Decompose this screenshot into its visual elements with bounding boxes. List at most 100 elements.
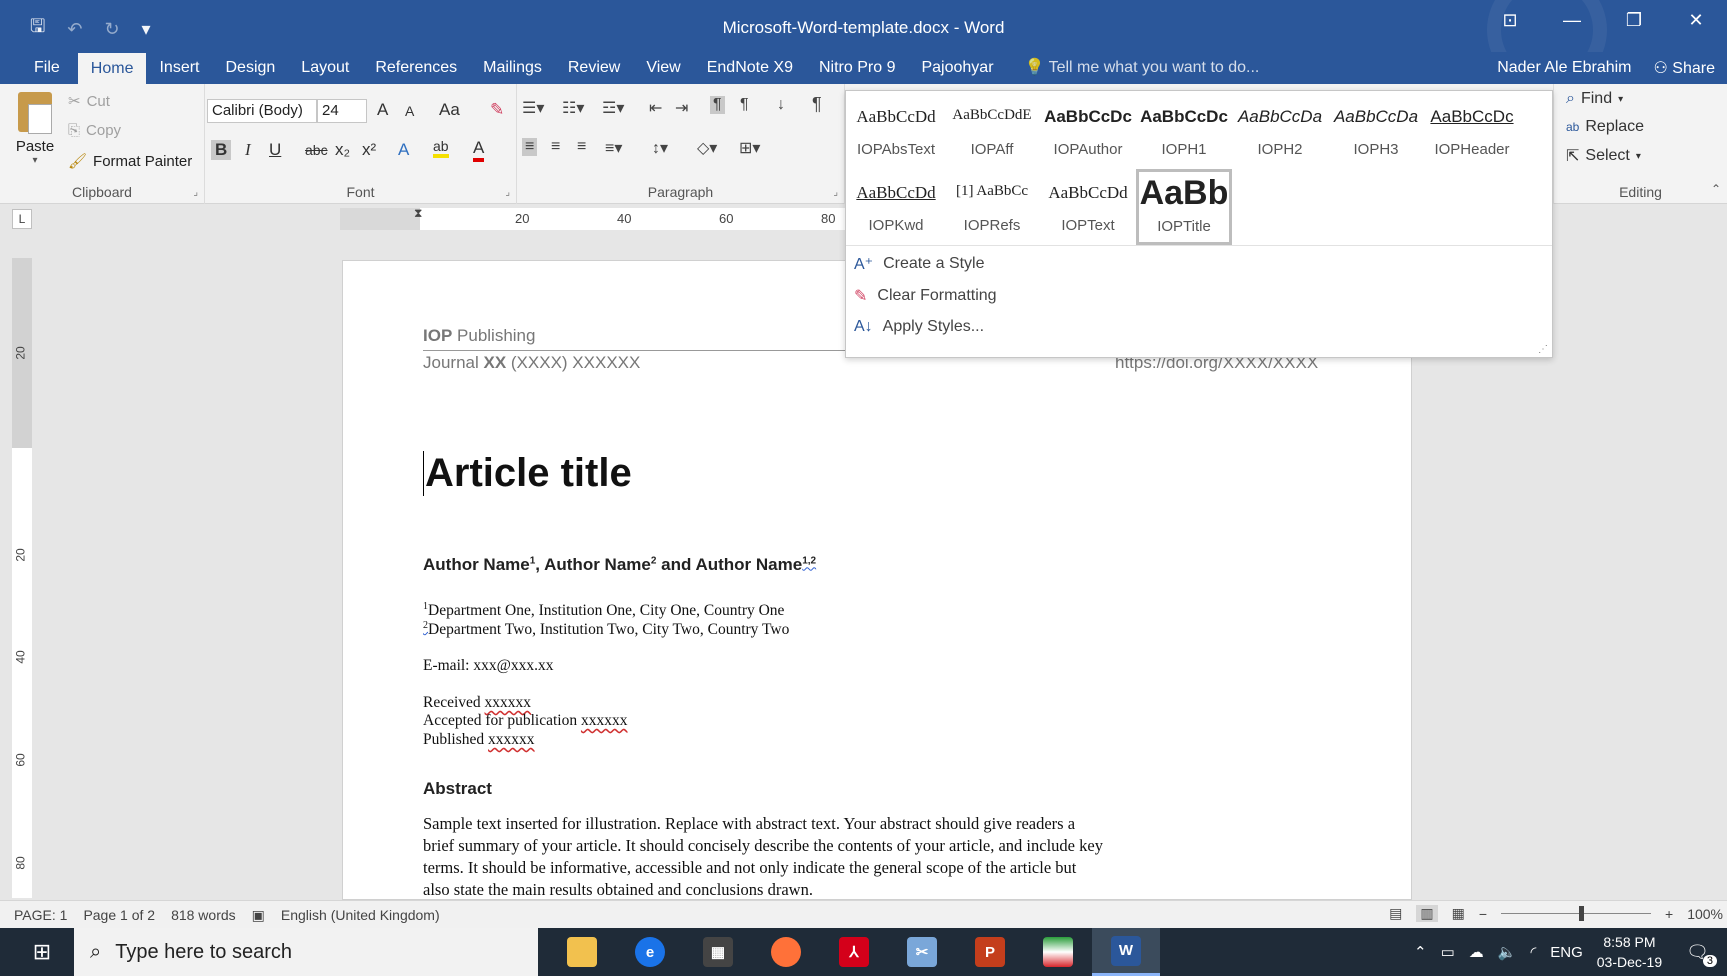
indent-marker-icon[interactable]: ⧗ xyxy=(414,206,422,221)
show-formatting-icon[interactable]: ¶ xyxy=(812,94,822,115)
share-button[interactable]: ⚇ Share xyxy=(1654,58,1716,78)
clock[interactable]: 8:58 PM 03-Dec-19 xyxy=(1597,932,1662,972)
sort-icon[interactable]: ↓ xyxy=(777,96,785,114)
notification-icon[interactable]: 🗨 3 xyxy=(1676,942,1719,967)
horizontal-ruler[interactable]: 20 40 60 80 ⧗ xyxy=(340,206,850,230)
create-style-command[interactable]: A⁺ Create a Style xyxy=(854,254,985,274)
subscript-button[interactable]: x₂ xyxy=(335,140,350,160)
tell-me-box[interactable]: 💡 Tell me what you want to do... xyxy=(1007,52,1260,84)
pajoohyar-app[interactable] xyxy=(1024,928,1092,976)
align-right-icon[interactable]: ≡ xyxy=(577,138,586,156)
style-ioptitle[interactable]: AaBb IOPTitle xyxy=(1136,169,1232,245)
tab-home[interactable]: Home xyxy=(77,53,147,85)
style-ioptext[interactable]: AaBbCcDd IOPText xyxy=(1040,171,1136,247)
numbering-icon[interactable]: ☷▾ xyxy=(562,98,584,118)
apply-styles-command[interactable]: A↓ Apply Styles... xyxy=(854,318,984,336)
zoom-slider[interactable] xyxy=(1501,906,1651,921)
onedrive-icon[interactable]: ☁ xyxy=(1469,943,1484,961)
select-button[interactable]: ⇱ Select ▾ xyxy=(1566,146,1641,166)
cut-button[interactable]: ✂ Cut xyxy=(68,92,110,111)
collapse-ribbon-icon[interactable]: ⌃ xyxy=(1711,182,1721,196)
resize-grip-icon[interactable]: ⋰ xyxy=(1538,344,1548,355)
clear-formatting-command[interactable]: ✎ Clear Formatting xyxy=(854,286,997,306)
ltr-icon[interactable]: ¶ xyxy=(710,96,725,114)
zoom-in-button[interactable]: + xyxy=(1665,906,1673,922)
replace-button[interactable]: ab Replace xyxy=(1566,118,1644,136)
justify-icon[interactable]: ≡▾ xyxy=(605,138,622,158)
tab-layout[interactable]: Layout xyxy=(288,52,362,84)
font-size-combo[interactable]: 24 xyxy=(317,99,367,123)
shading-icon[interactable]: ◇▾ xyxy=(697,138,717,158)
acrobat-app[interactable]: ⅄ xyxy=(820,928,888,976)
paragraph-launcher-icon[interactable]: ⌟ xyxy=(833,187,838,198)
firefox-app[interactable] xyxy=(752,928,820,976)
align-left-icon[interactable]: ≡ xyxy=(522,138,538,156)
tab-design[interactable]: Design xyxy=(212,52,288,84)
proofing-icon[interactable]: ▣ xyxy=(252,907,265,924)
style-iopabstext[interactable]: AaBbCcDd IOPAbsText xyxy=(848,95,944,171)
file-explorer-app[interactable] xyxy=(548,928,616,976)
web-layout-icon[interactable]: ▦ xyxy=(1452,905,1465,922)
windows-start-icon[interactable]: ⊞ xyxy=(10,928,74,976)
clipboard-launcher-icon[interactable]: ⌟ xyxy=(193,187,198,198)
bullets-icon[interactable]: ☰▾ xyxy=(522,98,544,118)
rtl-icon[interactable]: ¶ xyxy=(740,96,749,114)
borders-icon[interactable]: ⊞▾ xyxy=(739,138,760,158)
strikethrough-button[interactable]: abc xyxy=(305,142,328,158)
font-color-icon[interactable]: A xyxy=(473,138,485,162)
user-name[interactable]: Nader Ale Ebrahim xyxy=(1497,59,1631,77)
word-app[interactable]: W xyxy=(1092,928,1160,976)
tray-chevron-icon[interactable]: ⌃ xyxy=(1414,943,1427,961)
tab-review[interactable]: Review xyxy=(555,52,633,84)
status-language[interactable]: English (United Kingdom) xyxy=(281,907,440,924)
print-layout-icon[interactable]: ▥ xyxy=(1416,905,1438,922)
volume-icon[interactable]: 🔈 xyxy=(1498,943,1517,961)
style-ioph3[interactable]: AaBbCcDa IOPH3 xyxy=(1328,95,1424,171)
close-button[interactable]: ✕ xyxy=(1665,10,1727,31)
tab-nitro[interactable]: Nitro Pro 9 xyxy=(806,52,908,84)
decrease-indent-icon[interactable]: ⇤ xyxy=(649,98,662,118)
bold-button[interactable]: B xyxy=(211,140,232,160)
edge-app[interactable]: e xyxy=(616,928,684,976)
ribbon-display-options-button[interactable]: ⊡ xyxy=(1479,10,1541,31)
clear-formatting-icon[interactable]: ✎ xyxy=(490,100,504,120)
taskbar-search-box[interactable]: ⌕ Type here to search xyxy=(74,928,538,976)
tab-insert[interactable]: Insert xyxy=(146,52,212,84)
italic-button[interactable]: I xyxy=(245,140,251,160)
tab-references[interactable]: References xyxy=(362,52,470,84)
status-page-number[interactable]: PAGE: 1 xyxy=(14,907,67,924)
tab-file[interactable]: File xyxy=(0,52,78,84)
font-name-combo[interactable]: Calibri (Body) xyxy=(207,99,317,123)
powerpoint-app[interactable]: P xyxy=(956,928,1024,976)
multilevel-list-icon[interactable]: ☲▾ xyxy=(602,98,624,118)
style-ioprefs[interactable]: [1] AaBbCc IOPRefs xyxy=(944,171,1040,247)
highlight-icon[interactable]: ab xyxy=(433,138,449,158)
line-spacing-icon[interactable]: ↕▾ xyxy=(652,138,668,158)
format-painter-button[interactable]: 🖌 Format Painter xyxy=(68,152,192,171)
tab-endnote[interactable]: EndNote X9 xyxy=(694,52,806,84)
calculator-app[interactable]: ▦ xyxy=(684,928,752,976)
tab-view[interactable]: View xyxy=(633,52,693,84)
tab-pajoohyar[interactable]: Pajoohyar xyxy=(908,52,1006,84)
style-iopauthor[interactable]: AaBbCcDc IOPAuthor xyxy=(1040,95,1136,171)
status-page-count[interactable]: Page 1 of 2 xyxy=(83,907,155,924)
style-iopaff[interactable]: AaBbCcDdE IOPAff xyxy=(944,95,1040,171)
style-ioph1[interactable]: AaBbCcDc IOPH1 xyxy=(1136,95,1232,171)
increase-indent-icon[interactable]: ⇥ xyxy=(675,98,688,118)
wifi-icon[interactable]: ◜ xyxy=(1530,943,1536,961)
find-button[interactable]: ⌕ Find ▾ xyxy=(1566,90,1623,108)
style-ioph2[interactable]: AaBbCcDa IOPH2 xyxy=(1232,95,1328,171)
underline-button[interactable]: U xyxy=(269,140,281,160)
text-effects-icon[interactable]: A xyxy=(398,140,409,160)
tab-mailings[interactable]: Mailings xyxy=(470,52,555,84)
style-iopkwd[interactable]: AaBbCcDd IOPKwd xyxy=(848,171,944,247)
zoom-out-button[interactable]: − xyxy=(1479,906,1487,922)
input-language[interactable]: ENG xyxy=(1550,944,1583,961)
grow-font-button[interactable]: A xyxy=(377,100,388,120)
tab-selector[interactable]: L xyxy=(12,209,32,229)
restore-button[interactable]: ❐ xyxy=(1603,10,1665,31)
battery-icon[interactable]: ▭ xyxy=(1441,943,1455,961)
paste-button[interactable]: Paste ▾ xyxy=(8,92,62,166)
zoom-level[interactable]: 100% xyxy=(1687,906,1723,922)
change-case-button[interactable]: Aa xyxy=(439,100,460,120)
